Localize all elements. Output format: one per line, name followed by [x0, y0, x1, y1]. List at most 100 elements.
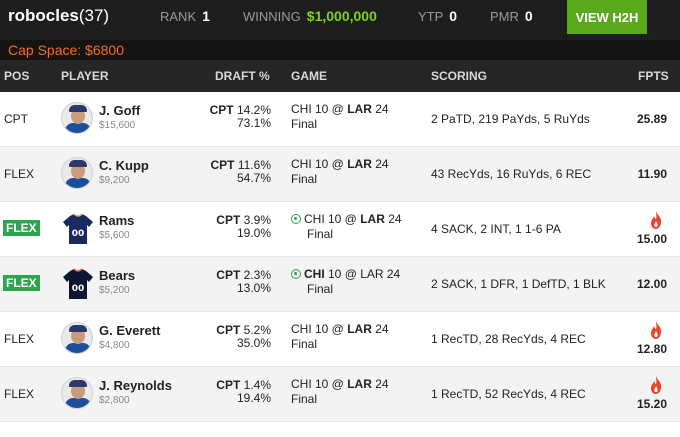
draft-flex-value: 19.4%: [236, 391, 271, 405]
draft-cpt-value: 1.4%: [243, 378, 271, 392]
game-team-bold: LAR: [347, 377, 372, 391]
draft-percent: CPT 5.2% 35.0%: [216, 324, 271, 350]
game-team-bold: LAR: [360, 212, 385, 226]
ytp-stat: YTP 0: [418, 8, 457, 24]
player-avatar: [61, 322, 93, 354]
fantasy-points: 12.80: [636, 342, 667, 356]
draft-percent: CPT 2.3% 13.0%: [216, 269, 271, 295]
winning-value: $1,000,000: [306, 8, 377, 24]
col-game[interactable]: GAME: [291, 69, 327, 83]
game-info: CHI 10 @ LAR 24 Final: [291, 322, 389, 352]
top-bar: robocles(37) RANK 1 WINNING $1,000,000 YTP…: [0, 0, 680, 40]
cap-space-bar: Cap Space: $6800: [0, 40, 680, 60]
position-label: FLEX: [3, 275, 40, 291]
fantasy-points: 15.20: [636, 397, 667, 411]
draft-percent: CPT 3.9% 19.0%: [216, 214, 271, 240]
user-count: (37): [78, 6, 110, 25]
player-salary: $15,600: [99, 120, 136, 131]
draft-cpt-value: 14.2%: [236, 103, 271, 117]
fantasy-points: 15.00: [636, 232, 667, 246]
col-fpts[interactable]: FPTS: [638, 69, 669, 83]
fire-icon: [651, 321, 662, 339]
draft-cpt-value: 11.6%: [237, 158, 271, 172]
player-salary: $2,800: [99, 395, 130, 406]
draft-cpt-value: 2.3%: [243, 268, 271, 282]
fantasy-points: 11.90: [637, 167, 667, 181]
position-label: FLEX: [4, 332, 35, 346]
draft-cpt-value: 3.9%: [243, 213, 271, 227]
draft-flex-value: 35.0%: [236, 336, 271, 350]
fantasy-points: 12.00: [636, 277, 667, 291]
game-away: CHI 10 @: [291, 102, 348, 116]
rank-label: RANK: [160, 9, 197, 24]
table-row[interactable]: FLEX 00 Bears $5,200 CPT 2.3% 13.0% CHI 10 @ L…: [0, 257, 680, 312]
username-text: robocles: [8, 6, 79, 25]
table-row[interactable]: FLEX G. Everett $4,800 CPT 5.2% 35.0% CHI 10 …: [0, 312, 680, 367]
draft-cpt-label: CPT: [216, 378, 241, 392]
col-player[interactable]: PLAYER: [61, 69, 109, 83]
player-name[interactable]: J. Reynolds: [99, 378, 172, 393]
col-pos[interactable]: POS: [4, 69, 29, 83]
game-team-bold: LAR: [347, 322, 372, 336]
rams-jersey-icon: 00: [63, 213, 93, 244]
scoring-detail: 2 SACK, 1 DFR, 1 DefTD, 1 BLK: [431, 277, 606, 291]
player-salary: $9,200: [99, 175, 130, 186]
cap-space: Cap Space: $6800: [8, 42, 124, 58]
player-salary: $4,800: [99, 340, 130, 351]
game-info: CHI 10 @ LAR 24 Final: [291, 212, 402, 242]
game-info: CHI 10 @ LAR 24 Final: [291, 102, 389, 132]
winning-label: WINNING: [243, 9, 301, 24]
username: robocles(37): [8, 6, 109, 26]
game-home: 24: [371, 377, 389, 391]
col-draft[interactable]: DRAFT %: [215, 69, 270, 83]
ytp-value: 0: [449, 8, 458, 24]
table-row[interactable]: FLEX 00 Rams $5,600 CPT 3.9% 19.0% CHI 10 @ LA…: [0, 202, 680, 257]
draft-cpt-value: 5.2%: [243, 323, 271, 337]
draft-cpt-label: CPT: [216, 323, 241, 337]
winning-stat: WINNING $1,000,000: [243, 8, 377, 24]
svg-text:00: 00: [72, 284, 85, 294]
pmr-value: 0: [524, 8, 533, 24]
table-row[interactable]: FLEX C. Kupp $9,200 CPT 11.6% 54.7% CHI 10 @ …: [0, 147, 680, 202]
game-away: CHI 10 @: [304, 212, 361, 226]
col-scoring[interactable]: SCORING: [431, 69, 487, 83]
fire-icon: [651, 376, 662, 394]
game-info: CHI 10 @ LAR 24 Final: [291, 267, 400, 297]
game-team-bold: LAR: [347, 157, 372, 171]
scoring-detail: 43 RecYds, 16 RuYds, 6 REC: [431, 167, 592, 181]
game-team-bold: CHI: [304, 267, 325, 281]
player-name[interactable]: C. Kupp: [99, 158, 149, 173]
game-home: 24: [371, 102, 389, 116]
game-away: CHI 10 @: [291, 377, 348, 391]
game-home: 24: [384, 212, 402, 226]
game-status: Final: [291, 172, 318, 186]
player-name[interactable]: G. Everett: [99, 323, 160, 338]
game-info: CHI 10 @ LAR 24 Final: [291, 157, 389, 187]
table-row[interactable]: CPT J. Goff $15,600 CPT 14.2% 73.1% CHI 10 @ …: [0, 92, 680, 147]
draft-cpt-label: CPT: [209, 103, 234, 117]
player-name[interactable]: Bears: [99, 268, 135, 283]
game-status: Final: [291, 117, 318, 131]
position-label: FLEX: [3, 220, 40, 236]
player-salary: $5,600: [99, 230, 130, 241]
table-header: POS PLAYER DRAFT % GAME SCORING FPTS: [0, 60, 680, 92]
draft-percent: CPT 14.2% 73.1%: [210, 104, 271, 130]
game-home: 10 @ LAR 24: [324, 267, 401, 281]
game-away: CHI 10 @: [291, 322, 348, 336]
draft-cpt-label: CPT: [216, 268, 241, 282]
draft-percent: CPT 1.4% 19.4%: [216, 379, 271, 405]
draft-cpt-label: CPT: [210, 158, 235, 172]
game-info: CHI 10 @ LAR 24 Final: [291, 377, 389, 407]
pmr-stat: PMR 0: [490, 8, 533, 24]
game-home: 24: [371, 157, 389, 171]
player-name[interactable]: J. Goff: [99, 103, 140, 118]
player-name[interactable]: Rams: [99, 213, 134, 228]
game-status: Final: [307, 227, 334, 241]
draft-cpt-label: CPT: [216, 213, 241, 227]
game-away: CHI 10 @: [291, 157, 348, 171]
draft-flex-value: 73.1%: [236, 116, 271, 130]
player-avatar: [61, 102, 93, 134]
table-row[interactable]: FLEX J. Reynolds $2,800 CPT 1.4% 19.4% CHI 10…: [0, 367, 680, 422]
view-h2h-button[interactable]: VIEW H2H: [567, 0, 647, 34]
scoring-detail: 2 PaTD, 219 PaYds, 5 RuYds: [431, 112, 590, 126]
